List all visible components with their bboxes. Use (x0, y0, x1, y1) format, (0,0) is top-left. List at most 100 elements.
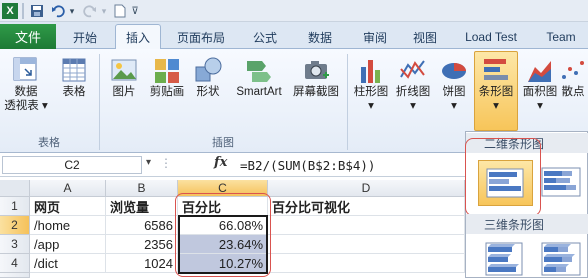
column-header-d[interactable]: D (268, 180, 465, 197)
redo-icon[interactable] (82, 3, 98, 19)
save-icon[interactable] (29, 3, 45, 19)
shapes-icon (195, 57, 222, 82)
cell-a4[interactable]: /dict (30, 254, 106, 273)
column-chart-icon (361, 60, 380, 83)
cell-a3[interactable]: /app (30, 235, 106, 254)
cell-b3[interactable]: 2356 (106, 235, 178, 254)
area-chart-label: 面积图 (522, 86, 558, 98)
pie-chart-label: 饼图 (442, 86, 466, 98)
shapes-label: 形状 (196, 86, 220, 98)
insert-function-icon[interactable]: fx (214, 155, 232, 175)
line-chart-button[interactable]: 折线图 ▾ (392, 55, 434, 113)
screenshot-button[interactable]: 屏幕截图 (288, 55, 344, 99)
clustered-bar-option[interactable] (478, 160, 533, 206)
screenshot-label: 屏幕截图 (293, 86, 339, 98)
camera-icon (305, 61, 329, 79)
table-label: 表格 (62, 86, 86, 98)
cell-c1[interactable]: 百分比 (178, 197, 268, 216)
pie-chart-icon (442, 63, 466, 79)
clipart-button[interactable]: 剪贴画 (146, 55, 188, 99)
3d-bar-icon (485, 242, 523, 276)
area-chart-icon (528, 61, 551, 82)
cell-b1[interactable]: 浏览量 (106, 197, 178, 216)
bar-chart-icon (484, 59, 508, 80)
cell-d3[interactable] (268, 235, 465, 254)
3d-stacked-bar-option[interactable] (538, 237, 586, 277)
chevron-down-icon: ▾ (537, 100, 543, 112)
table-icon (62, 58, 86, 82)
chevron-down-icon: ▾ (410, 100, 416, 112)
scatter-chart-icon (562, 61, 584, 79)
cell-c2[interactable]: 66.08% (178, 216, 268, 235)
row-header-3[interactable]: 3 (0, 235, 30, 254)
column-header-b[interactable]: B (106, 180, 178, 197)
row-header-4[interactable]: 4 (0, 254, 30, 273)
clipart-icon (155, 59, 179, 83)
pivot-table-button[interactable]: 数据 透视表 ▾ (4, 55, 48, 113)
excel-icon[interactable]: X (2, 3, 18, 19)
redo-dropdown-icon[interactable]: ▾ (99, 3, 109, 19)
cell-d1[interactable]: 百分比可视化 (268, 197, 465, 216)
tab-insert[interactable]: 插入 (115, 24, 161, 50)
pie-chart-button[interactable]: 饼图 ▾ (436, 55, 472, 113)
3d-clustered-bar-option[interactable] (478, 237, 533, 277)
scatter-chart-button[interactable]: 散点 (558, 55, 588, 99)
customize-qat-icon[interactable]: ⊽ (130, 3, 140, 19)
bar-chart-label: 条形图 (478, 86, 514, 98)
undo-dropdown-icon[interactable]: ▾ (67, 3, 77, 19)
row-header-2[interactable]: 2 (0, 216, 30, 235)
column-chart-label: 柱形图 (353, 86, 389, 98)
table-button[interactable]: 表格 (56, 55, 92, 99)
tables-group-label: 表格 (38, 137, 60, 149)
tab-home[interactable]: 开始 (60, 25, 110, 49)
row-header-1[interactable]: 1 (0, 197, 30, 216)
cell-a2[interactable]: /home (30, 216, 106, 235)
formula-bar-grip-icon: ⋮ (160, 156, 172, 170)
tab-data[interactable]: 数据 (295, 25, 345, 49)
stacked-bar-icon (541, 167, 581, 197)
row-header-5[interactable] (0, 273, 30, 278)
clustered-bar-icon (486, 168, 524, 198)
cell-b4[interactable]: 1024 (106, 254, 178, 273)
qat-divider (22, 3, 24, 19)
cell-c4[interactable]: 10.27% (178, 254, 268, 273)
tab-load-test[interactable]: Load Test (452, 25, 530, 49)
tab-team[interactable]: Team (535, 25, 587, 49)
cell-c3[interactable]: 23.64% (178, 235, 268, 254)
namebox-dropdown-icon[interactable]: ▾ (146, 157, 158, 173)
line-chart-label: 折线图 (395, 86, 431, 98)
chevron-down-icon: ▾ (493, 100, 499, 112)
column-chart-button[interactable]: 柱形图 ▾ (350, 55, 392, 113)
picture-button[interactable]: 图片 (104, 55, 144, 99)
column-header-a[interactable]: A (30, 180, 106, 197)
cell-d4[interactable] (268, 254, 465, 273)
undo-icon[interactable] (50, 3, 66, 19)
cell-d2[interactable] (268, 216, 465, 235)
tab-review[interactable]: 审阅 (350, 25, 400, 49)
chevron-down-icon: ▾ (368, 100, 374, 112)
cell-a1[interactable]: 网页 (30, 197, 106, 216)
area-chart-button[interactable]: 面积图 ▾ (520, 55, 560, 113)
pivot-table-icon (13, 57, 37, 81)
name-box[interactable]: C2 (2, 156, 142, 174)
column-header-c[interactable]: C (178, 180, 268, 197)
picture-icon (111, 59, 137, 81)
cell-b2[interactable]: 6586 (106, 216, 178, 235)
tab-file[interactable]: 文件 (0, 24, 56, 49)
3d-stacked-bar-icon (541, 242, 581, 276)
formula-input[interactable]: =B2/(SUM(B$2:B$4)) (240, 156, 464, 174)
stacked-bar-option[interactable] (538, 160, 586, 206)
select-all-corner[interactable] (0, 180, 30, 197)
scatter-chart-label: 散点 (561, 86, 585, 98)
dropdown-section-3d: 三维条形图 (466, 214, 588, 234)
pivot-table-label-1: 数据 (14, 86, 38, 98)
tab-formulas[interactable]: 公式 (240, 25, 290, 49)
dropdown-section-2d: 二维条形图 (466, 133, 588, 153)
tab-view[interactable]: 视图 (400, 25, 450, 49)
tab-page-layout[interactable]: 页面布局 (167, 25, 235, 49)
bar-chart-button[interactable]: 条形图 ▾ (474, 55, 518, 113)
smartart-button[interactable]: SmartArt (230, 55, 288, 99)
shapes-button[interactable]: 形状 (190, 55, 226, 99)
new-document-icon[interactable] (113, 3, 127, 19)
illustrations-group-label: 插图 (212, 137, 234, 149)
